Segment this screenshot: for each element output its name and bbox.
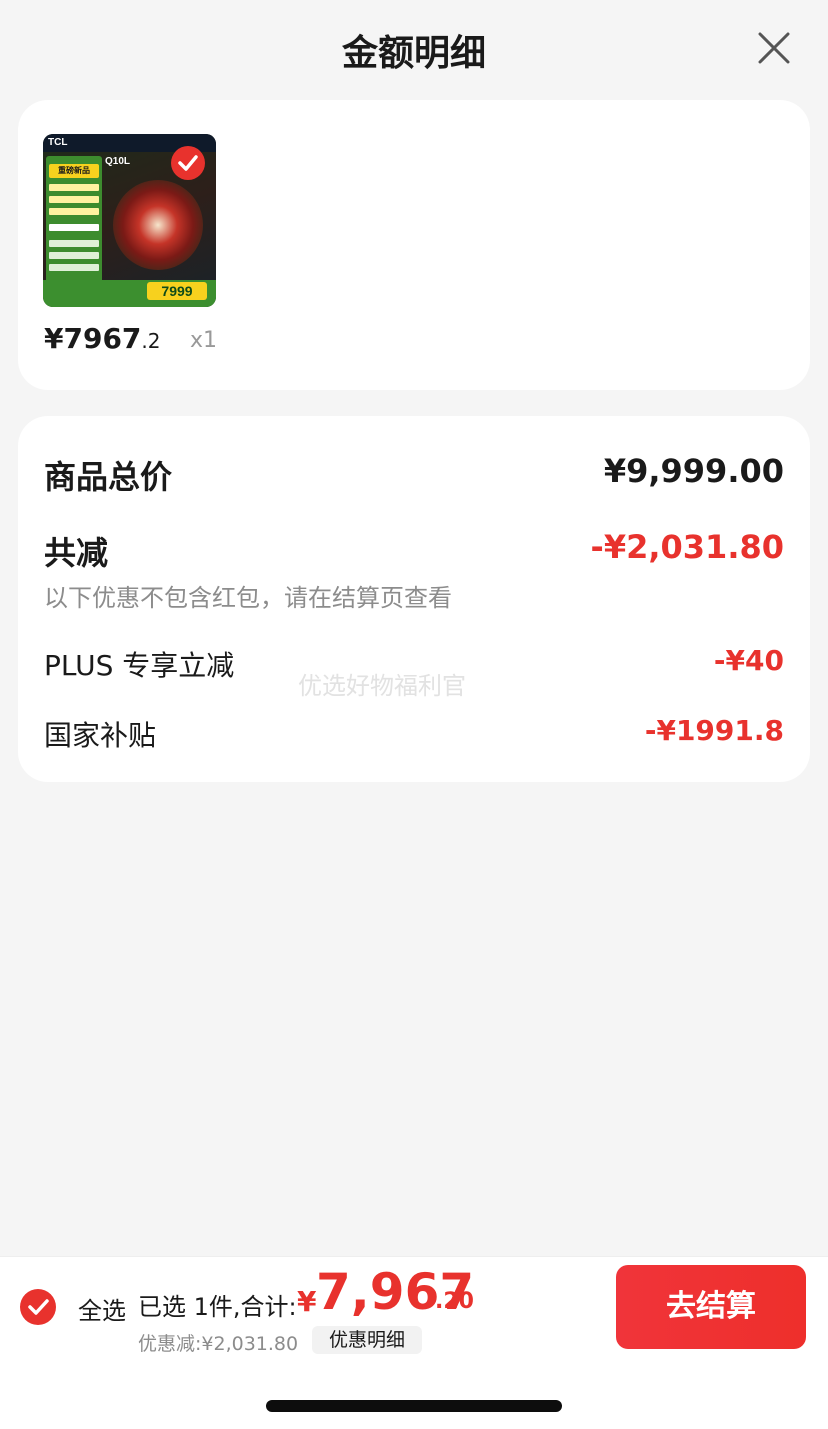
price-summary-card: 商品总价 ¥9,999.00 共减 -¥2,031.80 以下优惠不包含红包，请… <box>18 416 810 782</box>
product-selected-check-icon[interactable] <box>171 146 205 180</box>
product-artwork <box>113 180 203 270</box>
goods-total-label: 商品总价 <box>44 458 173 496</box>
promo-row <box>49 240 99 247</box>
close-icon[interactable] <box>752 26 796 70</box>
discount-detail-button[interactable]: 优惠明细 <box>312 1326 422 1354</box>
promo-panel: 重磅新品 <box>46 156 102 284</box>
reduction-note: 以下优惠不包含红包，请在结算页查看 <box>44 584 452 612</box>
select-all-label[interactable]: 全选 <box>78 1291 126 1326</box>
checkout-button[interactable]: 去结算 <box>616 1265 806 1349</box>
product-quantity: x1 <box>190 328 218 353</box>
discount-row-subsidy: 国家补贴 -¥1991.8 <box>44 714 784 752</box>
discount-label: 国家补贴 <box>44 719 157 752</box>
watermark: 优选好物福利官 <box>298 672 466 700</box>
promo-row <box>49 196 99 203</box>
promo-row <box>49 264 99 271</box>
goods-total-row: 商品总价 ¥9,999.00 <box>44 452 784 496</box>
discount-value: -¥40 <box>713 644 784 677</box>
thumb-model: Q10L <box>105 156 131 167</box>
promo-row <box>49 224 99 231</box>
safe-area <box>0 1356 828 1429</box>
reduction-row: 共减 -¥2,031.80 <box>44 528 784 572</box>
product-price-main: ¥7967 <box>44 322 142 355</box>
discount-label: PLUS 专享立减 <box>44 649 235 682</box>
total-decimal: .20 <box>435 1289 474 1314</box>
brand-logo: TCL <box>48 137 68 148</box>
product-card: TCL Q10L 重磅新品 7999 ¥7967.2 x1 <box>18 100 810 390</box>
promo-row <box>49 208 99 215</box>
promo-row <box>49 184 99 191</box>
selected-count-text: 已选 1件,合计: <box>138 1293 297 1321</box>
total-currency: ¥ <box>297 1285 317 1318</box>
discount-summary: 优惠减:¥2,031.80 <box>138 1333 299 1355</box>
home-indicator[interactable] <box>266 1400 562 1412</box>
product-price-decimal: .2 <box>141 329 161 353</box>
select-all-check-icon[interactable] <box>20 1289 56 1325</box>
reduction-label: 共减 <box>44 534 109 572</box>
checkout-bar: 全选 已选 1件,合计: ¥ 7,967 .20 优惠减:¥2,031.80 优… <box>0 1256 828 1356</box>
product-price: ¥7967.2 <box>44 322 161 355</box>
discount-value: -¥1991.8 <box>644 714 784 747</box>
thumb-price-chip: 7999 <box>147 282 207 300</box>
promo-row <box>49 252 99 259</box>
goods-total-value: ¥9,999.00 <box>603 452 784 490</box>
promo-tag: 重磅新品 <box>49 164 99 178</box>
product-thumbnail[interactable]: TCL Q10L 重磅新品 7999 <box>43 134 216 307</box>
header: 金额明细 <box>0 0 828 96</box>
page-title: 金额明细 <box>341 33 486 74</box>
reduction-value: -¥2,031.80 <box>590 528 784 566</box>
